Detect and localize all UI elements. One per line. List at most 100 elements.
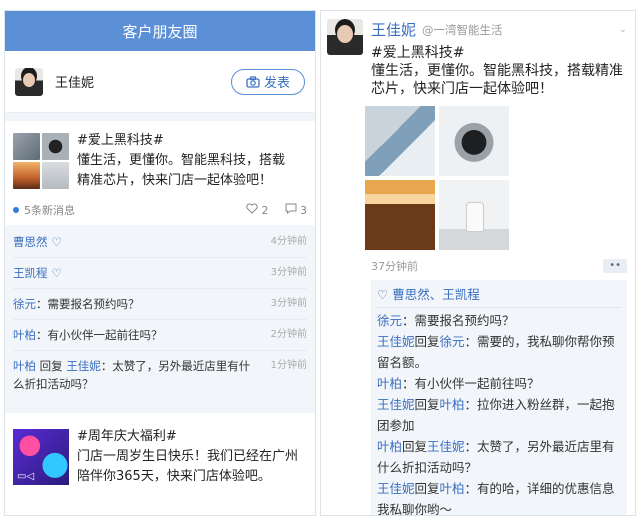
comment-row[interactable]: 徐元：需要报名预约吗？ 3分钟前 xyxy=(13,289,307,320)
divider xyxy=(5,405,315,413)
post-text-line: 懂生活，更懂你。智能黑科技，搭载精准芯片，快来门店一起体验吧！ xyxy=(371,63,623,97)
commenter-name[interactable]: 王佳妮 xyxy=(377,334,415,349)
avatar[interactable] xyxy=(327,19,363,55)
post-hashtag: #爱上黑科技# xyxy=(371,45,465,61)
customer-moments-panel: 客户朋友圈 王佳妮 发表 #爱上黑科技# 懂生活，更懂你。智能黑科技，搭载 精准… xyxy=(4,10,316,516)
comment-time: 2分钟前 xyxy=(270,329,307,340)
commenter-name[interactable]: 徐元 xyxy=(13,297,36,311)
reply-target-name[interactable]: 王佳妮 xyxy=(66,359,101,373)
post-text-line: 门店一周岁生日快乐！我们已经在广州 xyxy=(77,449,299,464)
page-title: 客户朋友圈 xyxy=(122,22,198,41)
commenter-name[interactable]: 叶柏 xyxy=(377,376,402,391)
commenter-name[interactable]: 王佳妮 xyxy=(377,481,415,496)
commenter-name[interactable]: 叶柏 xyxy=(13,328,36,342)
heart-icon: ♡ xyxy=(377,287,389,302)
reply-target-name[interactable]: 王佳妮 xyxy=(427,439,465,454)
post-thumbnail[interactable] xyxy=(13,133,69,189)
post-time: 37分钟前 xyxy=(371,260,418,273)
post-text: #爱上黑科技# 懂生活，更懂你。智能黑科技，搭载精准芯片，快来门店一起体验吧！ xyxy=(371,44,627,98)
reply-word: 回复 xyxy=(36,359,67,373)
comment-time: 4分钟前 xyxy=(270,236,307,247)
camera-icon xyxy=(246,75,260,88)
comment-body: ：有小伙伴一起前往吗？ xyxy=(402,376,540,391)
post-text: #周年庆大福利# 门店一周岁生日快乐！我们已经在广州 陪伴你365天，快来门店体… xyxy=(77,427,298,487)
post-meta: 5条新消息 2 3 xyxy=(13,201,307,219)
moment-detail-panel: 王佳妮 @一湾智能生活 ⌄ #爱上黑科技# 懂生活，更懂你。智能黑科技，搭载精准… xyxy=(320,10,636,516)
comment-body: ：需要报名预约吗？ xyxy=(402,313,515,328)
commenter-name[interactable]: 王凯程 xyxy=(13,266,48,280)
comment-list: 曹思然 ♡ 4分钟前 王凯程 ♡ 3分钟前 徐元：需要报名预约吗？ 3分钟前 叶柏：… xyxy=(5,225,315,405)
chevron-down-icon[interactable]: ⌄ xyxy=(619,24,627,35)
publish-button[interactable]: 发表 xyxy=(231,68,305,95)
post-text-line: 懂生活，更懂你。智能黑科技，搭载 xyxy=(77,153,286,168)
comment-row[interactable]: 叶柏 回复 王佳妮：太赞了，另外最近店里有什么折扣活动吗？ 1分钟前 xyxy=(13,351,307,399)
reply-word: 回复 xyxy=(414,334,440,349)
heart-icon xyxy=(246,203,258,214)
thumb-image xyxy=(42,162,69,189)
thumb-image xyxy=(13,133,40,160)
comment-body: ：需要报名预约吗？ xyxy=(36,297,140,311)
post-photo[interactable] xyxy=(439,180,509,250)
commenter-name[interactable]: 叶柏 xyxy=(13,359,36,373)
comment-list: ♡ 曹思然、王凯程 徐元：需要报名预约吗？ 王佳妮回复徐元：需要的，我私聊你帮你预… xyxy=(371,280,627,515)
divider xyxy=(5,113,315,121)
comment-time: 3分钟前 xyxy=(270,298,307,309)
comment-counter[interactable]: 3 xyxy=(285,203,307,217)
comment-row[interactable]: 王凯程 ♡ 3分钟前 xyxy=(13,258,307,289)
comment-row[interactable]: 叶柏：有小伙伴一起前往吗？ 2分钟前 xyxy=(13,320,307,351)
post-video-thumbnail[interactable]: ▭◁ xyxy=(13,429,69,485)
comment-body: ：有小伙伴一起前往吗？ xyxy=(36,328,163,342)
more-actions-button[interactable]: •• xyxy=(603,259,627,273)
video-icon: ▭◁ xyxy=(17,471,35,482)
author-org: @一湾智能生活 xyxy=(422,22,503,37)
comment-row[interactable]: 叶柏回复王佳妮：太赞了，另外最近店里有什么折扣活动吗？ xyxy=(377,436,621,478)
commenter-name[interactable]: 曹思然 xyxy=(13,235,48,249)
comment-time: 3分钟前 xyxy=(270,267,307,278)
heart-icon: ♡ xyxy=(51,235,62,249)
new-messages-link[interactable]: 5条新消息 xyxy=(24,202,75,218)
comment-row[interactable]: 叶柏：有小伙伴一起前往吗？ xyxy=(377,373,621,394)
like-counter[interactable]: 2 xyxy=(246,203,269,217)
comment-icon xyxy=(285,203,296,215)
post-hashtag: #爱上黑科技# xyxy=(77,133,164,148)
post-text-line: 陪伴你365天，快来门店体验吧。 xyxy=(77,469,271,484)
commenter-name[interactable]: 叶柏 xyxy=(377,439,402,454)
comment-row[interactable]: 王佳妮回复叶柏：拉你进入粉丝群，一起抱团参加 xyxy=(377,394,621,436)
likes-row: ♡ 曹思然、王凯程 xyxy=(377,284,621,308)
reply-word: 回复 xyxy=(414,397,440,412)
moment-post[interactable]: #爱上黑科技# 懂生活，更懂你。智能黑科技，搭载 精准芯片，快来门店一起体验吧！… xyxy=(5,121,315,219)
reply-target-name[interactable]: 叶柏 xyxy=(440,481,465,496)
commenter-name[interactable]: 王佳妮 xyxy=(377,397,415,412)
like-count: 2 xyxy=(261,204,269,217)
post-text-line: 精准芯片，快来门店一起体验吧！ xyxy=(77,173,273,188)
reply-word: 回复 xyxy=(414,481,440,496)
reply-target-name[interactable]: 叶柏 xyxy=(440,397,465,412)
reply-target-name[interactable]: 徐元 xyxy=(440,334,465,349)
avatar[interactable] xyxy=(15,67,43,96)
reply-word: 回复 xyxy=(402,439,428,454)
thumb-image xyxy=(13,162,40,189)
photo-grid xyxy=(365,106,635,250)
commenter-name[interactable]: 徐元 xyxy=(377,313,402,328)
post-photo[interactable] xyxy=(439,106,509,176)
publish-label: 发表 xyxy=(263,75,290,90)
user-name: 王佳妮 xyxy=(55,76,95,91)
comment-count: 3 xyxy=(300,204,307,217)
panel-header: 客户朋友圈 xyxy=(5,11,315,51)
comment-row[interactable]: 曹思然 ♡ 4分钟前 xyxy=(13,227,307,258)
unread-dot-icon xyxy=(13,207,19,213)
post-text: #爱上黑科技# 懂生活，更懂你。智能黑科技，搭载 精准芯片，快来门店一起体验吧！ xyxy=(77,131,285,191)
comment-row[interactable]: 王佳妮回复徐元：需要的，我私聊你帮你预留名额。 xyxy=(377,331,621,373)
user-bar: 王佳妮 发表 xyxy=(5,51,315,113)
comment-row[interactable]: 徐元：需要报名预约吗？ xyxy=(377,310,621,331)
comment-time: 1分钟前 xyxy=(270,360,307,371)
post-photo[interactable] xyxy=(365,106,435,176)
comment-row[interactable]: 王佳妮回复叶柏：有的哈，详细的优惠信息我私聊你哟～ xyxy=(377,478,621,515)
author-name[interactable]: 王佳妮 xyxy=(371,19,416,40)
heart-icon: ♡ xyxy=(51,266,62,280)
thumb-image xyxy=(42,133,69,160)
moment-post[interactable]: ▭◁ #周年庆大福利# 门店一周岁生日快乐！我们已经在广州 陪伴你365天，快来… xyxy=(5,413,315,487)
post-photo[interactable] xyxy=(365,180,435,250)
post-hashtag: #周年庆大福利# xyxy=(77,429,177,444)
likers[interactable]: 曹思然、王凯程 xyxy=(392,287,480,302)
